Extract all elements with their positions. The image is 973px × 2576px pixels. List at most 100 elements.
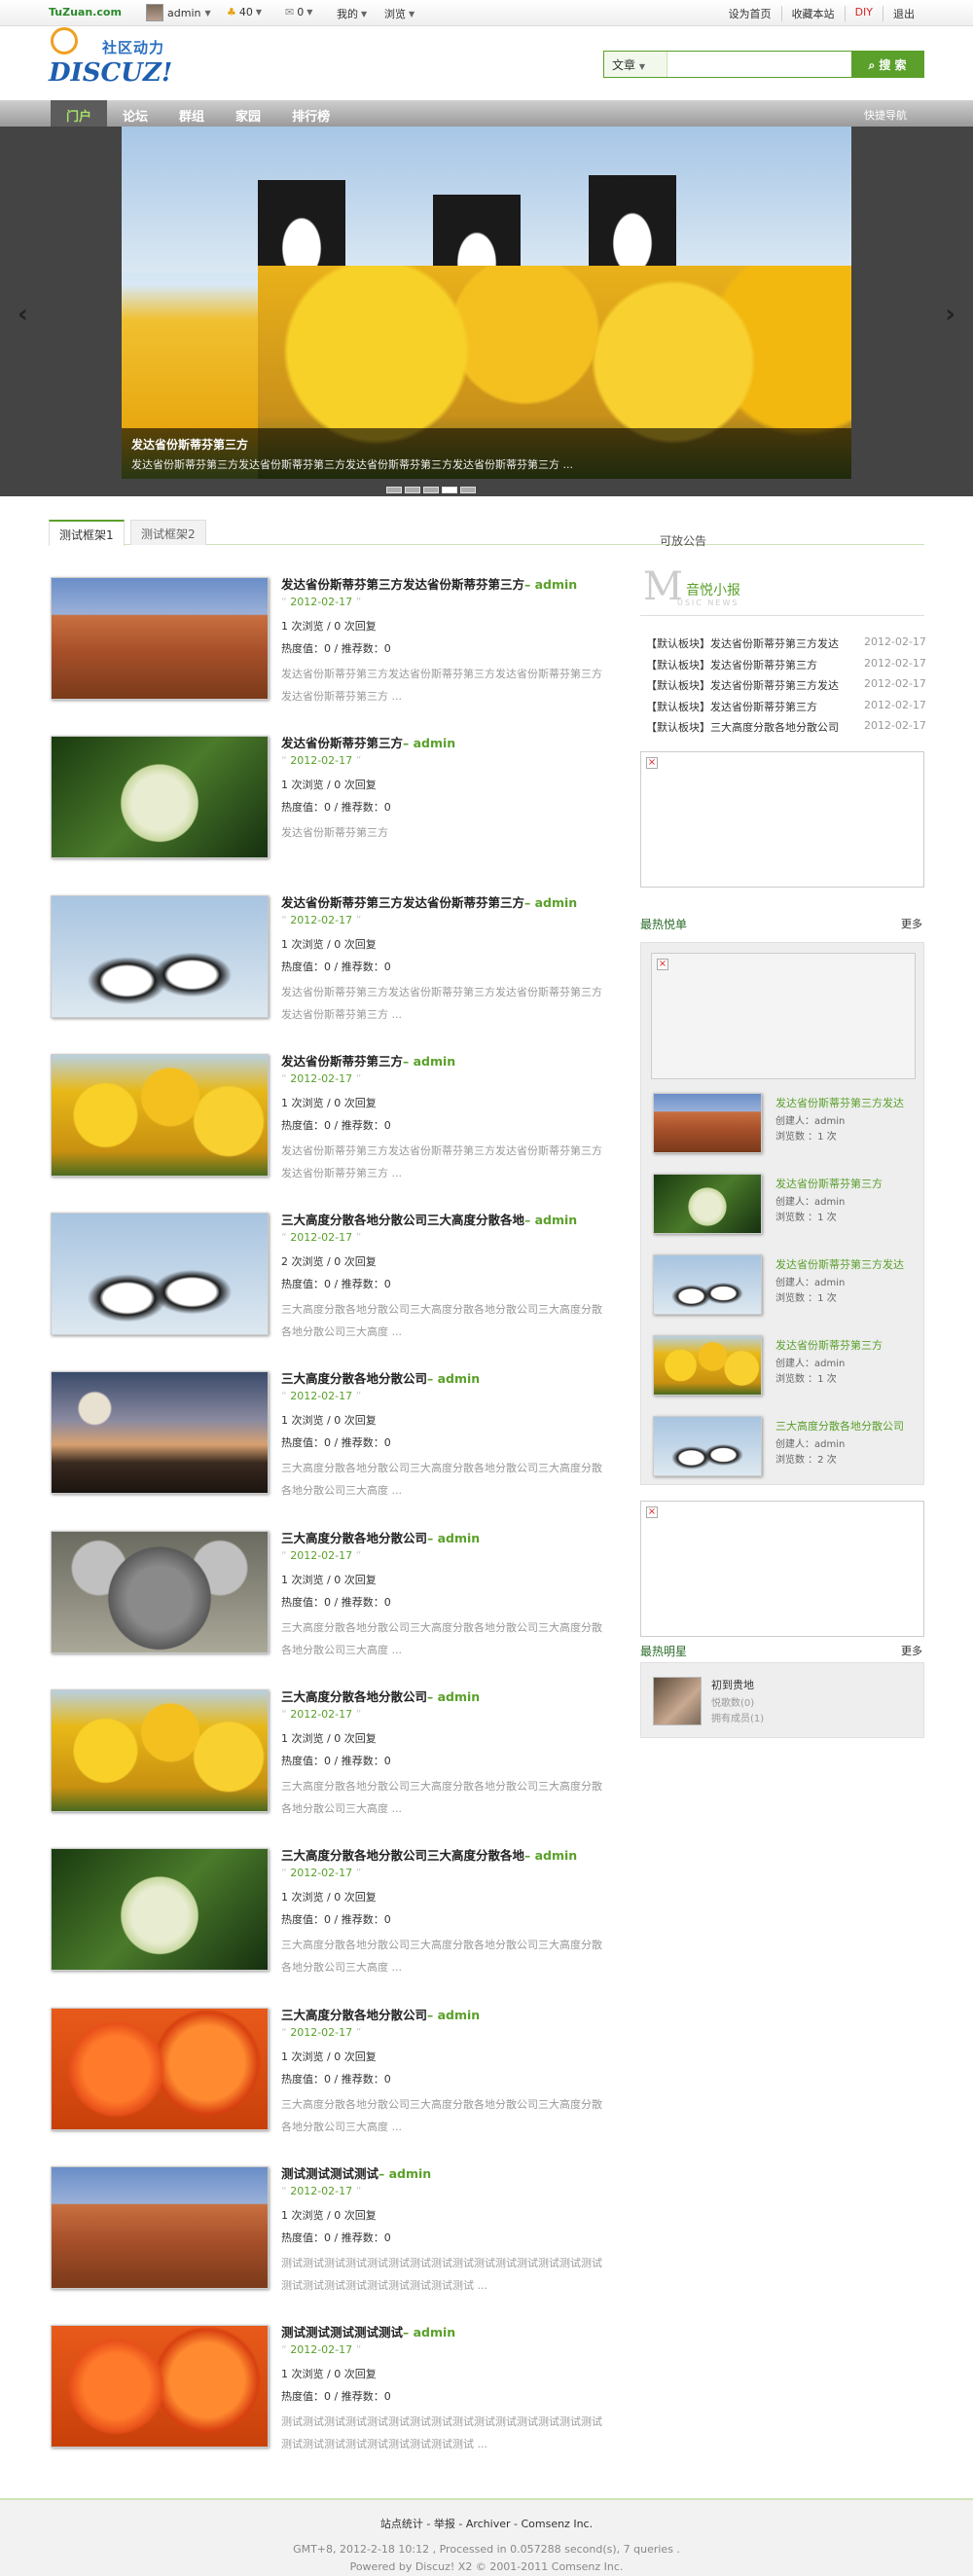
article-author[interactable]: – admin — [403, 1054, 455, 1069]
hot-list-thumbnail[interactable] — [653, 1174, 762, 1234]
slider-dot[interactable] — [460, 487, 476, 493]
article-thumbnail[interactable] — [51, 1213, 269, 1336]
article-author[interactable]: – admin — [427, 1531, 480, 1545]
article-author[interactable]: – admin — [524, 1848, 577, 1863]
article-title[interactable]: 三大高度分散各地分散公司三大高度分散各地– admin — [281, 1210, 577, 1228]
diy-link[interactable]: DIY — [844, 6, 883, 21]
nav-item-groups[interactable]: 群组 — [163, 100, 220, 127]
hot-list-more-link[interactable]: 更多 — [901, 916, 922, 931]
article-author[interactable]: – admin — [524, 895, 577, 910]
news-item[interactable]: 【默认板块】发达省份斯蒂芬第三方发达 2012-02-17 — [646, 635, 928, 651]
hot-list-item[interactable]: 发达省份斯蒂芬第三方发达 创建人：admin 浏览数 ：1 次 — [653, 1254, 916, 1323]
article-thumbnail[interactable] — [51, 2325, 269, 2449]
article-thumbnail[interactable] — [51, 1530, 269, 1653]
article-thumbnail[interactable] — [51, 736, 269, 859]
nav-item-forum[interactable]: 论坛 — [107, 100, 163, 127]
search-input[interactable] — [668, 54, 853, 75]
article-thumbnail[interactable] — [51, 577, 269, 700]
article-thumbnail[interactable] — [51, 894, 269, 1018]
slider-dot[interactable] — [423, 487, 439, 493]
hot-list-title[interactable]: 三大高度分散各地分散公司 — [775, 1418, 904, 1433]
hot-list-title[interactable]: 发达省份斯蒂芬第三方 — [775, 1337, 883, 1353]
slide-image[interactable]: 发达省份斯蒂芬第三方 发达省份斯蒂芬第三方发达省份斯蒂芬第三方发达省份斯蒂芬第三… — [122, 127, 851, 479]
hot-list-item[interactable]: 发达省份斯蒂芬第三方 创建人：admin 浏览数 ：1 次 — [653, 1335, 916, 1403]
quote-open-icon: “ — [281, 913, 291, 926]
hot-list-thumbnail[interactable] — [653, 1093, 762, 1153]
slider-dot[interactable] — [405, 487, 420, 493]
slider-next-icon[interactable]: › — [945, 300, 955, 329]
article-author[interactable]: – admin — [524, 577, 577, 592]
article-author[interactable]: – admin — [427, 1689, 480, 1704]
star-name[interactable]: 初到贵地 — [711, 1677, 754, 1692]
article-title[interactable]: 发达省份斯蒂芬第三方发达省份斯蒂芬第三方– admin — [281, 892, 577, 911]
article-title[interactable]: 三大高度分散各地分散公司– admin — [281, 1368, 480, 1387]
search-type-select[interactable]: 文章 ▼ — [604, 52, 667, 77]
article-thumbnail[interactable] — [51, 1689, 269, 1813]
credits-menu[interactable]: ♣ 40 ▼ — [227, 6, 262, 18]
hot-list-item[interactable]: 发达省份斯蒂芬第三方发达 创建人：admin 浏览数 ：1 次 — [653, 1093, 916, 1161]
slider-prev-icon[interactable]: ‹ — [18, 300, 28, 329]
article-title[interactable]: 测试测试测试测试测试– admin — [281, 2322, 455, 2340]
article-author[interactable]: – admin — [403, 736, 455, 750]
article-thumbnail[interactable] — [51, 1053, 269, 1177]
hot-list-item[interactable]: 发达省份斯蒂芬第三方 创建人：admin 浏览数 ：1 次 — [653, 1174, 916, 1242]
article-heat: 热度值：0 / 推荐数：0 — [281, 960, 391, 973]
hot-list-views: 浏览数 ：2 次 — [775, 1455, 837, 1466]
search-button[interactable]: ⌕ 搜 索 — [851, 52, 923, 77]
article-thumbnail[interactable] — [51, 1848, 269, 1972]
set-homepage-link[interactable]: 设为首页 — [719, 6, 781, 21]
article-date: “ 2012-02-17 ” — [281, 1708, 361, 1721]
quick-nav[interactable]: 快捷导航 — [864, 107, 907, 123]
logo[interactable]: 社区动力 DISCUZ! — [49, 27, 180, 95]
article-title[interactable]: 三大高度分散各地分散公司– admin — [281, 1528, 480, 1546]
nav-item-ranking[interactable]: 排行榜 — [276, 100, 345, 127]
slider-dot[interactable] — [386, 487, 402, 493]
news-item[interactable]: 【默认板块】发达省份斯蒂芬第三方 2012-02-17 — [646, 699, 928, 714]
article-author[interactable]: – admin — [403, 2325, 455, 2340]
hot-list-thumbnail[interactable] — [653, 1254, 762, 1315]
slide-caption[interactable]: 发达省份斯蒂芬第三方 发达省份斯蒂芬第三方发达省份斯蒂芬第三方发达省份斯蒂芬第三… — [122, 428, 851, 479]
bookmark-link[interactable]: 收藏本站 — [780, 6, 845, 21]
tab-frame-2[interactable]: 测试框架2 — [130, 520, 206, 545]
article-title[interactable]: 三大高度分散各地分散公司– admin — [281, 1687, 480, 1705]
slider-dot[interactable] — [442, 487, 457, 493]
article-title[interactable]: 发达省份斯蒂芬第三方发达省份斯蒂芬第三方– admin — [281, 574, 577, 593]
nav-item-portal[interactable]: 门户 — [51, 100, 108, 127]
article-thumbnail[interactable] — [51, 1371, 269, 1495]
hot-list-title[interactable]: 发达省份斯蒂芬第三方发达 — [775, 1095, 904, 1110]
article-author[interactable]: – admin — [427, 2008, 480, 2022]
article-title[interactable]: 三大高度分散各地分散公司三大高度分散各地– admin — [281, 1845, 577, 1864]
nav-item-home[interactable]: 家园 — [220, 100, 276, 127]
article-title[interactable]: 发达省份斯蒂芬第三方– admin — [281, 733, 455, 751]
article-title[interactable]: 发达省份斯蒂芬第三方– admin — [281, 1051, 455, 1070]
hot-list-thumbnail[interactable] — [653, 1335, 762, 1396]
article-thumbnail[interactable] — [51, 2007, 269, 2130]
news-item[interactable]: 【默认板块】三大高度分散各地分散公司 2012-02-17 — [646, 719, 928, 735]
article-heat: 热度值：0 / 推荐数：0 — [281, 2231, 391, 2244]
article-thumbnail[interactable] — [51, 2165, 269, 2289]
logout-link[interactable]: 退出 — [883, 6, 924, 21]
browse-menu[interactable]: 浏览 ▼ — [384, 6, 414, 21]
article-author[interactable]: – admin — [427, 1371, 480, 1386]
article-author[interactable]: – admin — [378, 2166, 431, 2181]
article-date-text: 2012-02-17 — [290, 1071, 353, 1085]
user-menu[interactable]: admin ▼ — [146, 3, 211, 22]
hot-list-title[interactable]: 发达省份斯蒂芬第三方 — [775, 1176, 883, 1191]
footer-links[interactable]: 站点统计 - 举报 - Archiver - Comsenz Inc. — [0, 2516, 973, 2531]
news-item-date: 2012-02-17 — [864, 635, 926, 648]
hot-list-thumbnail[interactable] — [653, 1416, 762, 1476]
tab-frame-1[interactable]: 测试框架1 — [49, 520, 125, 546]
article-title[interactable]: 三大高度分散各地分散公司– admin — [281, 2005, 480, 2023]
article-author[interactable]: – admin — [524, 1213, 577, 1227]
hot-list-item[interactable]: 三大高度分散各地分散公司 创建人：admin 浏览数 ：2 次 — [653, 1416, 916, 1484]
avatar[interactable] — [653, 1677, 702, 1725]
news-item[interactable]: 【默认板块】发达省份斯蒂芬第三方 2012-02-17 — [646, 657, 928, 672]
mine-menu[interactable]: 我的 ▼ — [337, 6, 367, 21]
hot-list-title[interactable]: 发达省份斯蒂芬第三方发达 — [775, 1256, 904, 1272]
star-more-link[interactable]: 更多 — [901, 1643, 922, 1658]
article-title[interactable]: 测试测试测试测试– admin — [281, 2163, 431, 2182]
messages-menu[interactable]: ✉ 0 ▼ — [285, 6, 312, 18]
news-item[interactable]: 【默认板块】发达省份斯蒂芬第三方发达 2012-02-17 — [646, 677, 928, 693]
site-link[interactable]: TuZuan.com — [49, 6, 122, 18]
news-item-text: 【默认板块】发达省份斯蒂芬第三方 — [646, 700, 817, 713]
